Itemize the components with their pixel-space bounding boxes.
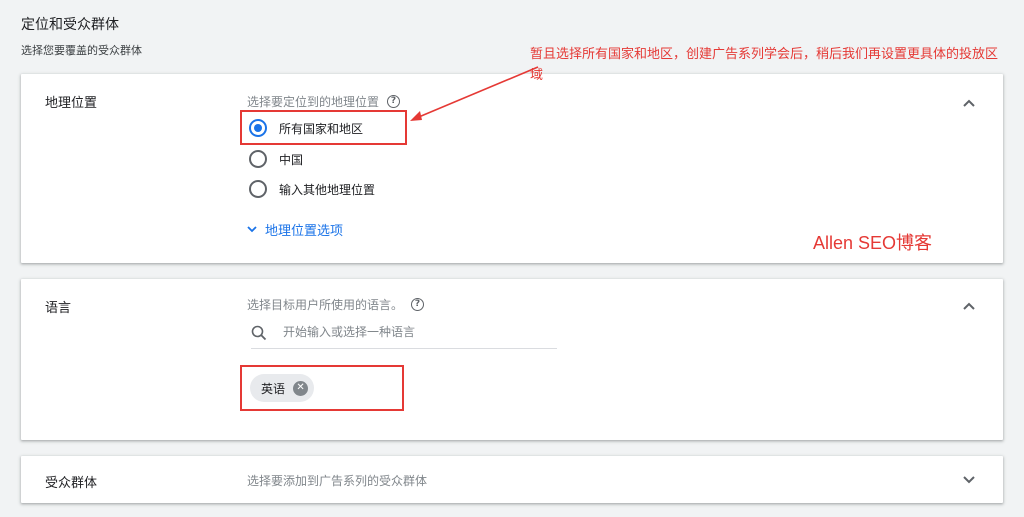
- page-header: 定位和受众群体 选择您要覆盖的受众群体: [21, 14, 142, 59]
- geo-options-label: 地理位置选项: [265, 224, 344, 239]
- geo-section-label: 地理位置: [45, 96, 98, 111]
- annotation-text: 暂且选择所有国家和地区，创建广告系列学会后，稍后我们再设置更具体的投放区域: [530, 47, 999, 83]
- annotation-highlight-box: [240, 110, 407, 145]
- language-card: 语言 选择目标用户所使用的语言。 ? 英语 ✕: [21, 279, 1003, 440]
- language-section-label: 语言: [45, 301, 72, 316]
- chevron-up-icon[interactable]: [963, 300, 975, 312]
- geo-hint-text: 选择要定位到的地理位置: [247, 95, 380, 109]
- watermark: Allen SEO博客: [813, 233, 933, 253]
- annotation-arrow-icon: [410, 66, 539, 121]
- geo-options-link[interactable]: 地理位置选项: [247, 220, 343, 239]
- page-subtitle: 选择您要覆盖的受众群体: [21, 44, 142, 57]
- audience-card[interactable]: 受众群体 选择要添加到广告系列的受众群体: [21, 456, 1003, 503]
- chevron-down-icon[interactable]: [963, 474, 975, 486]
- language-hint-text: 选择目标用户所使用的语言。: [247, 298, 404, 312]
- audience-hint: 选择要添加到广告系列的受众群体: [247, 474, 428, 488]
- question-circle-icon[interactable]: ?: [387, 95, 401, 108]
- language-hint: 选择目标用户所使用的语言。 ?: [247, 296, 425, 313]
- question-circle-icon[interactable]: ?: [411, 298, 425, 311]
- radio-china-label: 中国: [279, 152, 304, 167]
- chevron-down-icon: [247, 226, 257, 233]
- radio-other-location[interactable]: 输入其他地理位置: [249, 180, 375, 198]
- radio-other-location-label: 输入其他地理位置: [279, 182, 376, 197]
- annotation-highlight-box: [240, 365, 404, 411]
- geo-hint: 选择要定位到的地理位置 ?: [247, 93, 401, 110]
- page-title: 定位和受众群体: [21, 17, 119, 33]
- radio-unselected-icon[interactable]: [249, 150, 267, 168]
- audience-section-label: 受众群体: [45, 476, 98, 491]
- language-search-input[interactable]: [283, 325, 543, 339]
- radio-unselected-icon[interactable]: [249, 180, 267, 198]
- search-icon: [251, 325, 267, 341]
- radio-china[interactable]: 中国: [249, 150, 303, 168]
- chevron-up-icon[interactable]: [963, 97, 975, 109]
- language-search: [251, 321, 557, 349]
